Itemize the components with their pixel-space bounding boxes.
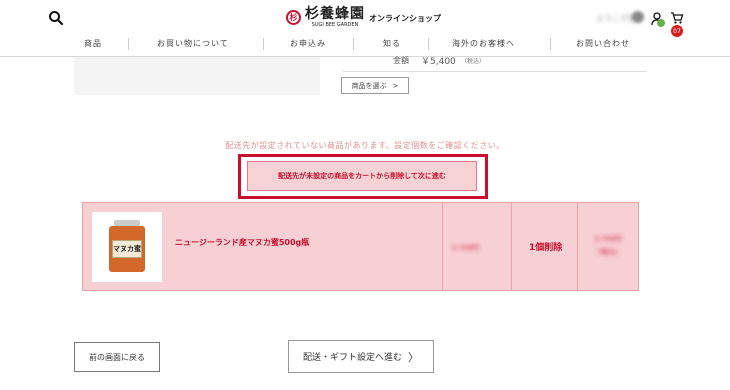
nav-item-apply[interactable]: お申込み [290,38,326,49]
back-button[interactable]: 前の画面に戻る [74,342,160,372]
product-thumbnail: マヌカ蜜 [92,212,162,282]
warning-message: 配送先が設定されていない商品があります。設定個数をご確認ください。 [225,141,505,150]
subtotal-value: 2,700円 [594,235,622,243]
shop-label: オンラインショップ [369,14,441,23]
price-row: 金額 ￥5,400 （税込） [343,56,647,72]
account-name: ようこそ様 [596,14,636,23]
quantity-delete: 1個削除 [529,243,563,253]
nav-divider [428,38,429,50]
price-value: ￥5,400 [421,57,456,67]
nav-item-shopping[interactable]: お買い物について [157,38,229,49]
product-image-placeholder [74,57,320,95]
nav-divider [550,38,551,50]
site-header: 杉 杉養蜂園 SUGI BEE GARDEN オンラインショップ ようこそ様 0… [0,0,730,57]
nav-item-products[interactable]: 商品 [84,38,102,49]
select-product-button[interactable]: 商品を選ぶ > [341,77,409,94]
nav-divider [128,38,129,50]
check-icon [657,19,665,33]
logo-mark-icon: 杉 [286,10,301,25]
unit-price: 2,700円 [452,244,480,252]
cart-count-badge: 07 [671,25,683,37]
nav-divider [353,38,354,50]
logo-subtitle: SUGI BEE GARDEN [311,22,359,28]
subtotal-tax: (税込) [598,248,618,256]
jar-label: マヌカ蜜 [112,240,142,258]
next-button-label: 配送・ギフト設定へ進む [302,353,402,363]
nav-item-contact[interactable]: お問い合わせ [576,38,630,49]
delete-unset-items-button[interactable]: 配送先が未設定の商品をカートから削除して次に進む [247,161,477,191]
cell-divider [511,203,512,290]
select-product-label: 商品を選ぶ [351,81,387,90]
subtotal: 2,700円 (税込) [578,233,638,259]
main-nav: 商品 お買い物について お申込み 知る 海外のお客様へ お問い合わせ [0,38,730,50]
nav-divider [263,38,264,50]
price-label: 金額 [393,56,409,65]
cart-item-row: マヌカ蜜 ニュージーランド産マヌカ蜜500g瓶 2,700円 1個削除 2,70… [82,202,639,291]
product-name[interactable]: ニュージーランド産マヌカ蜜500g瓶 [175,237,309,248]
avatar [632,11,644,23]
search-icon[interactable] [48,10,64,26]
site-logo[interactable]: 杉 杉養蜂園 SUGI BEE GARDEN [286,6,365,29]
cell-divider [442,203,443,290]
next-to-gift-settings-button[interactable]: 配送・ギフト設定へ進む 〉 [288,340,434,373]
tax-note: （税込） [461,58,486,65]
logo-name: 杉養蜂園 [305,6,365,22]
nav-item-overseas[interactable]: 海外のお客様へ [452,38,515,49]
chevron-right-icon: > [392,81,399,90]
chevron-right-icon: 〉 [408,350,419,364]
nav-item-learn[interactable]: 知る [383,38,401,49]
